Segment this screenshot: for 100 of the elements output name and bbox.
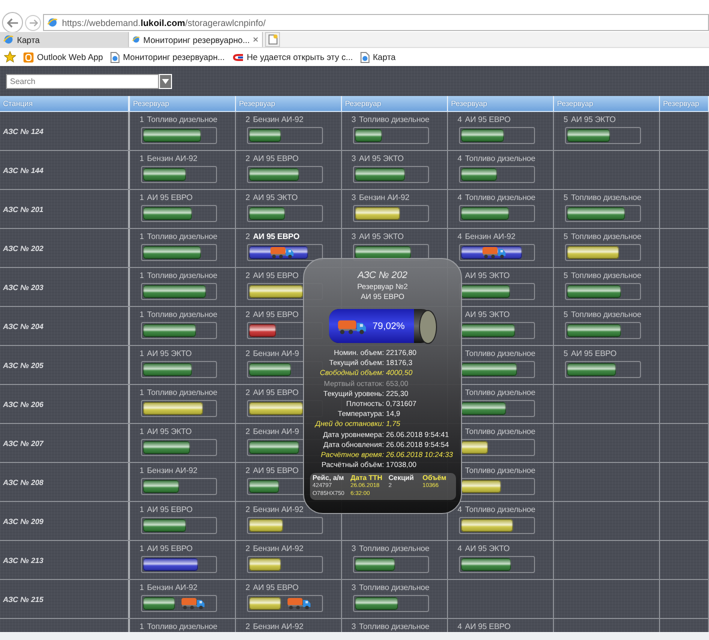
page-icon — [360, 52, 370, 62]
tank-gauge[interactable] — [353, 127, 429, 144]
tank-number: 5 — [562, 115, 568, 124]
fuel-label: АИ 95 ЭКТО — [465, 544, 510, 553]
forward-arrow-icon — [28, 19, 38, 27]
tank-number: 5 — [562, 232, 568, 241]
tank-gauge[interactable] — [247, 244, 323, 261]
tank-number: 1 — [138, 583, 144, 592]
tank-gauge[interactable] — [353, 166, 429, 183]
tank-gauge[interactable] — [459, 283, 535, 300]
search-field[interactable]: Search — [6, 74, 159, 88]
tank-gauge[interactable] — [565, 244, 641, 261]
tank-number: 2 — [244, 466, 250, 475]
fuel-label: АИ 95 ЕВРО — [571, 349, 616, 358]
tank-gauge[interactable] — [247, 166, 323, 183]
tank-gauge[interactable] — [141, 205, 217, 222]
tank-number: 2 — [244, 544, 250, 553]
fuel-label: АИ 95 ЕВРО — [253, 271, 298, 280]
tank-gauge[interactable] — [459, 361, 535, 378]
tank-number: 1 — [138, 271, 144, 280]
tank-number: 2 — [244, 232, 250, 241]
fuel-label: Бензин АИ-92 — [147, 154, 198, 163]
tank-gauge[interactable] — [141, 166, 217, 183]
tank-gauge[interactable] — [459, 478, 535, 495]
tank-number: 1 — [138, 349, 144, 358]
browser-tab[interactable]: Мониторинг резервуарно... — [129, 32, 263, 47]
tank-gauge[interactable] — [141, 517, 217, 534]
tank-gauge[interactable] — [565, 205, 641, 222]
tank-gauge[interactable] — [459, 205, 535, 222]
tank-gauge[interactable] — [565, 127, 641, 144]
tank-gauge[interactable] — [141, 322, 217, 339]
tank-percent: 79,02% — [372, 320, 405, 332]
fuel-label: Бензин АИ-92 — [147, 466, 198, 475]
fuel-label: Топливо дизельное — [359, 583, 430, 592]
fuel-label: АИ 95 ЕВРО — [253, 232, 300, 241]
tank-gauge[interactable] — [565, 361, 641, 378]
tank-number: 2 — [244, 193, 250, 202]
favorite-link[interactable]: Не удается открыть эту с... — [232, 52, 353, 62]
fuel-label: АИ 95 ЕВРО — [147, 505, 192, 514]
tank-gauge[interactable] — [141, 244, 217, 261]
tank-end-cap — [418, 310, 436, 344]
tank-number: 1 — [138, 310, 144, 319]
page-icon — [110, 52, 120, 62]
fuel-label: АИ 95 ЕВРО — [147, 544, 192, 553]
tank-gauge[interactable] — [459, 166, 535, 183]
tank-number: 2 — [244, 622, 250, 631]
tank-gauge[interactable] — [247, 556, 323, 573]
fuel-label: Топливо дизельное — [465, 388, 536, 397]
tank-gauge[interactable] — [565, 283, 641, 300]
tank-number: 2 — [244, 349, 250, 358]
fuel-label: Топливо дизельное — [147, 271, 218, 280]
address-field[interactable]: https://webdemand.lukoil.com/storagerawlcnpinfo/ — [43, 14, 709, 31]
new-tab-button[interactable] — [265, 32, 280, 47]
tank-number: 4 — [456, 154, 462, 163]
tank-number: 1 — [138, 154, 144, 163]
tank-number: 1 — [138, 466, 144, 475]
favorite-link[interactable]: Карта — [360, 52, 396, 62]
fuel-label: Топливо дизельное — [465, 349, 536, 358]
fuel-label: АИ 95 ЭКТО — [465, 310, 510, 319]
favorite-link[interactable]: Мониторинг резервуарн... — [110, 52, 225, 62]
tank-number: 1 — [138, 622, 144, 631]
fuel-label: Бензин АИ-9 — [253, 427, 299, 436]
tank-number: 3 — [350, 583, 356, 592]
tank-gauge[interactable] — [247, 205, 323, 222]
fuel-label: Топливо дизельное — [147, 622, 218, 631]
tank-gauge[interactable] — [459, 439, 535, 456]
browser-tab[interactable]: Карта — [0, 32, 129, 47]
favorites-star-icon[interactable] — [4, 51, 16, 63]
tank-number: 5 — [562, 349, 568, 358]
dropdown-button[interactable] — [159, 74, 172, 88]
favorite-link[interactable]: Outlook Web App — [23, 52, 103, 62]
tank-number: 3 — [350, 193, 356, 202]
tank-gauge[interactable] — [141, 127, 217, 144]
fuel-label: АИ 95 ЕВРО — [253, 388, 298, 397]
tank-gauge[interactable] — [141, 595, 217, 612]
tank-gauge[interactable] — [141, 283, 217, 300]
fuel-label: АИ 95 ЭКТО — [465, 271, 510, 280]
fuel-label: АИ 95 ЕВРО — [253, 466, 298, 475]
fuel-label: Топливо дизельное — [571, 232, 642, 241]
tank-gauge[interactable] — [459, 556, 535, 573]
tank-gauge[interactable] — [247, 127, 323, 144]
tank-gauge[interactable] — [459, 517, 535, 534]
tank-gauge[interactable] — [141, 556, 217, 573]
tank-gauge[interactable] — [459, 127, 535, 144]
tank-gauge[interactable] — [141, 478, 217, 495]
close-icon[interactable] — [252, 36, 258, 43]
tank-gauge[interactable] — [353, 205, 429, 222]
tank-gauge[interactable] — [353, 595, 429, 612]
fuel-label: Топливо дизельное — [465, 505, 536, 514]
tank-gauge[interactable] — [459, 322, 535, 339]
fuel-label: АИ 95 ЭКТО — [359, 232, 404, 241]
tank-gauge[interactable] — [141, 400, 217, 417]
tank-gauge[interactable] — [141, 361, 217, 378]
tank-gauge[interactable] — [141, 439, 217, 456]
tank-gauge[interactable] — [459, 400, 535, 417]
tank-gauge[interactable] — [353, 556, 429, 573]
tank-gauge[interactable] — [247, 517, 323, 534]
tank-gauge[interactable] — [459, 244, 535, 261]
tank-gauge[interactable] — [247, 595, 323, 612]
tank-gauge[interactable] — [565, 322, 641, 339]
